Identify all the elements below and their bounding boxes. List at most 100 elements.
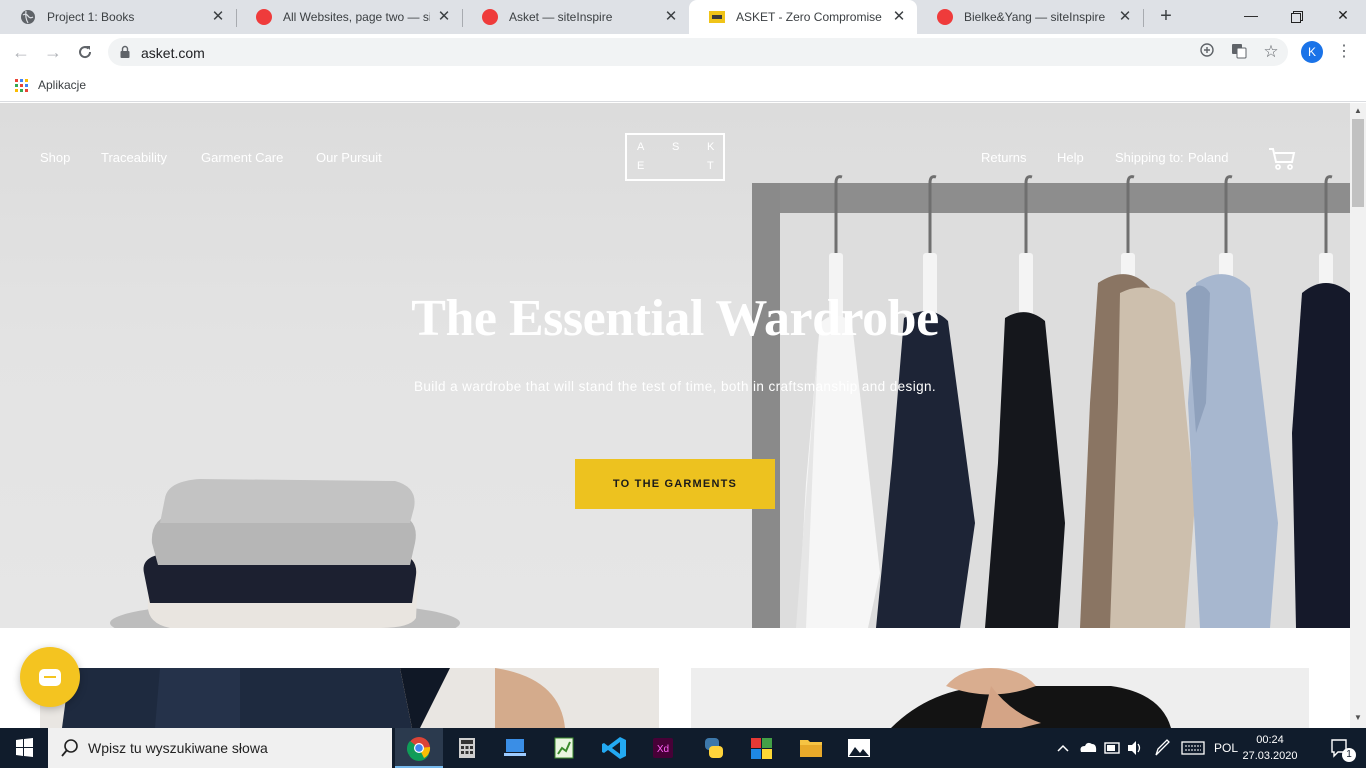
hero-title: The Essential Wardrobe (411, 290, 939, 347)
hero-image (110, 175, 1350, 628)
tab-all-websites[interactable]: All Websites, page two — siteInspire ✕ (236, 0, 462, 34)
translate-glyph-icon (1232, 44, 1247, 59)
logo-letter-t: T (707, 160, 715, 172)
apps-icon[interactable] (15, 79, 28, 92)
close-tab-icon[interactable]: ✕ (210, 9, 226, 25)
taskbar-sheets[interactable] (539, 728, 587, 768)
start-button[interactable] (0, 728, 48, 768)
restore-button[interactable] (1274, 0, 1320, 34)
new-tab-button[interactable]: + (1154, 5, 1178, 29)
star-icon[interactable]: ☆ (1262, 43, 1280, 61)
language-indicator[interactable]: POL (1212, 728, 1240, 768)
chat-icon (39, 669, 61, 686)
chat-button[interactable] (20, 647, 80, 707)
cloud-icon (1080, 742, 1097, 752)
logo-letter-k: K (707, 141, 716, 153)
card-image-left (62, 668, 565, 728)
asket-icon (709, 11, 725, 23)
to-garments-button[interactable]: TO THE GARMENTS (575, 459, 775, 509)
close-tab-icon[interactable]: ✕ (1117, 9, 1133, 25)
taskbar-vscode[interactable] (591, 728, 639, 768)
scroll-down-icon[interactable]: ▼ (1353, 713, 1363, 723)
python-icon (705, 738, 723, 758)
add-bookmark-circle-icon[interactable] (1198, 43, 1216, 61)
pen-icon[interactable] (1152, 728, 1172, 768)
reload-icon (79, 46, 92, 59)
apps-bookmark[interactable]: Aplikacje (38, 78, 86, 92)
keyboard-glyph-icon (1181, 741, 1205, 755)
windows-logo-icon (16, 738, 33, 757)
page-viewport: Shop Traceability Garment Care Our Pursu… (0, 103, 1350, 728)
taskbar-photos[interactable] (835, 728, 883, 768)
onedrive-icon[interactable] (1078, 728, 1098, 768)
logo-letter-a: A (637, 141, 646, 153)
taskbar-search[interactable]: Wpisz tu wyszukiwane słowa (48, 728, 392, 768)
nav-traceability[interactable]: Traceability (101, 150, 167, 165)
close-window-button[interactable]: ✕ (1320, 0, 1366, 34)
tab-project-books[interactable]: Project 1: Books ✕ (0, 0, 236, 34)
close-tab-icon[interactable]: ✕ (891, 9, 907, 25)
tab-strip: Project 1: Books ✕ All Websites, page tw… (0, 0, 1366, 34)
tab-asket-siteinspire[interactable]: Asket — siteInspire ✕ (462, 0, 689, 34)
nav-shipping-country[interactable]: Poland (1188, 150, 1228, 165)
profile-avatar[interactable]: K (1301, 41, 1323, 63)
volume-icon[interactable] (1125, 728, 1145, 768)
battery-icon[interactable] (1102, 728, 1122, 768)
tab-title: Asket — siteInspire (509, 10, 613, 24)
spreadsheet-icon (554, 737, 574, 759)
translate-icon[interactable] (1230, 43, 1248, 61)
nav-shop[interactable]: Shop (40, 150, 70, 165)
minimize-button[interactable]: — (1228, 0, 1274, 34)
taskbar-search-placeholder: Wpisz tu wyszukiwane słowa (88, 740, 268, 756)
keyboard-icon[interactable] (1180, 728, 1206, 768)
hero-subtitle: Build a wardrobe that will stand the tes… (413, 379, 937, 394)
taskbar-adobe-xd[interactable]: Xd (639, 728, 687, 768)
tab-title: Bielke&Yang — siteInspire (964, 10, 1106, 24)
chrome-icon (406, 737, 431, 761)
close-tab-icon[interactable]: ✕ (436, 9, 452, 25)
nav-returns[interactable]: Returns (981, 150, 1027, 165)
vscode-icon (602, 737, 626, 759)
url-text[interactable]: asket.com (141, 45, 205, 61)
taskbar-file-explorer[interactable] (787, 728, 835, 768)
menu-icon[interactable]: ⋮ (1335, 40, 1353, 64)
taskbar-chrome[interactable] (395, 728, 443, 768)
notifications-button[interactable]: 1 (1320, 728, 1360, 768)
address-bar[interactable]: asket.com ☆ (108, 38, 1288, 66)
back-button[interactable]: ← (9, 40, 33, 64)
clock-time: 00:24 (1256, 734, 1284, 746)
product-card-left[interactable] (40, 668, 659, 728)
globe-icon (21, 10, 35, 24)
chevron-up-icon (1057, 744, 1069, 752)
forward-button[interactable]: → (41, 40, 65, 64)
product-card-right[interactable] (691, 668, 1309, 728)
clock-date: 27.03.2020 (1242, 750, 1298, 762)
nav-garment-care[interactable]: Garment Care (201, 150, 283, 165)
page-scrollbar[interactable]: ▲ ▼ (1350, 103, 1366, 728)
windows-taskbar: Wpisz tu wyszukiwane słowa Xd POL 00:24 … (0, 728, 1366, 768)
plus-circle-icon (1200, 43, 1214, 57)
hero-section: Shop Traceability Garment Care Our Pursu… (0, 103, 1350, 628)
tab-bielke-yang[interactable]: Bielke&Yang — siteInspire ✕ (917, 0, 1143, 34)
nav-our-pursuit[interactable]: Our Pursuit (316, 150, 382, 165)
nav-help[interactable]: Help (1057, 150, 1084, 165)
taskbar-app-colorful[interactable] (737, 728, 785, 768)
cart-icon[interactable] (1268, 147, 1296, 171)
photos-icon (848, 739, 870, 757)
asket-logo[interactable]: A S K E T (625, 133, 725, 181)
siteinspire-icon (937, 9, 953, 25)
close-tab-icon[interactable]: ✕ (663, 9, 679, 25)
folder-icon (800, 740, 822, 757)
scroll-up-icon[interactable]: ▲ (1353, 106, 1363, 116)
taskbar-python[interactable] (689, 728, 737, 768)
tab-asket[interactable]: ASKET - Zero Compromise Garments ✕ (689, 0, 917, 34)
reload-button[interactable] (73, 40, 97, 64)
taskbar-connect[interactable] (491, 728, 539, 768)
tab-title: ASKET - Zero Compromise Garments (736, 10, 885, 24)
tray-chevron-icon[interactable] (1055, 728, 1071, 768)
siteinspire-icon (482, 9, 498, 25)
scroll-thumb[interactable] (1352, 119, 1364, 207)
taskbar-calculator[interactable] (443, 728, 491, 768)
action-center-icon (1331, 739, 1347, 758)
taskbar-clock[interactable]: 00:24 27.03.2020 (1240, 732, 1300, 764)
